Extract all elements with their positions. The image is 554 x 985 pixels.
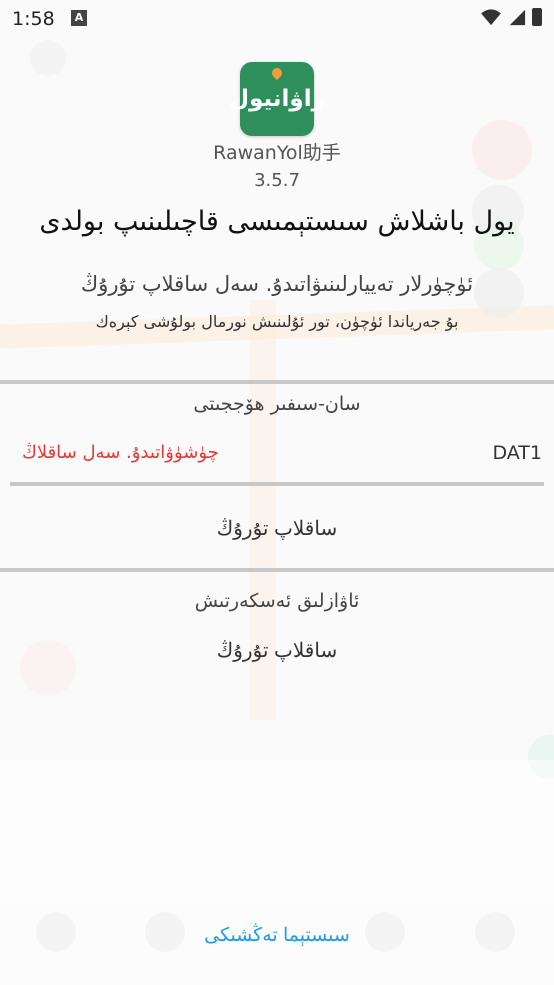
wait-button[interactable]: ساقلاپ تۇرۇڭ bbox=[0, 510, 554, 547]
app-name: RawanYol助手 bbox=[213, 142, 341, 164]
status-time: 1:58 bbox=[12, 8, 55, 30]
system-settings-link[interactable]: سىستېما تەڭشىكى bbox=[0, 918, 554, 953]
status-bar: 1:58 A bbox=[0, 0, 554, 40]
notification-icon: A bbox=[71, 10, 87, 26]
app-version: 3.5.7 bbox=[254, 170, 300, 191]
progress-bar bbox=[10, 482, 544, 486]
data-file-label: سان-سىفىر ھۆججىتى bbox=[193, 393, 361, 415]
download-status: چۈشۈۋاتىدۇ. سەل ساقلاڭ bbox=[22, 442, 219, 463]
logo-text: راۋانيول bbox=[229, 86, 325, 112]
info-submessage: بۇ جەرياندا ئۈچۈن، تور ئۇلىنىش نورمال بو… bbox=[95, 312, 459, 331]
signal-icon bbox=[509, 9, 526, 26]
info-message: ئۈچۈرلار تەييارلىنىۋاتىدۇ. سەل ساقلاپ تۇ… bbox=[80, 272, 474, 296]
voice-prompt-label: ئاۋازلىق ئەسكەرتىش bbox=[194, 590, 360, 612]
app-logo: راۋانيول bbox=[229, 62, 325, 136]
voice-wait-button[interactable]: ساقلاپ تۇرۇڭ bbox=[0, 632, 554, 669]
divider bbox=[0, 568, 554, 572]
dialog-title: يول باشلاش سىستېمىسى قاچىلىنىپ بولدى bbox=[39, 206, 515, 237]
location-pin-icon bbox=[269, 65, 285, 81]
wifi-icon bbox=[481, 9, 501, 26]
download-status-row: چۈشۈۋاتىدۇ. سەل ساقلاڭ DAT1 bbox=[0, 440, 554, 470]
device-name: DAT1 bbox=[492, 442, 542, 464]
battery-icon bbox=[532, 8, 542, 26]
divider bbox=[0, 380, 554, 384]
